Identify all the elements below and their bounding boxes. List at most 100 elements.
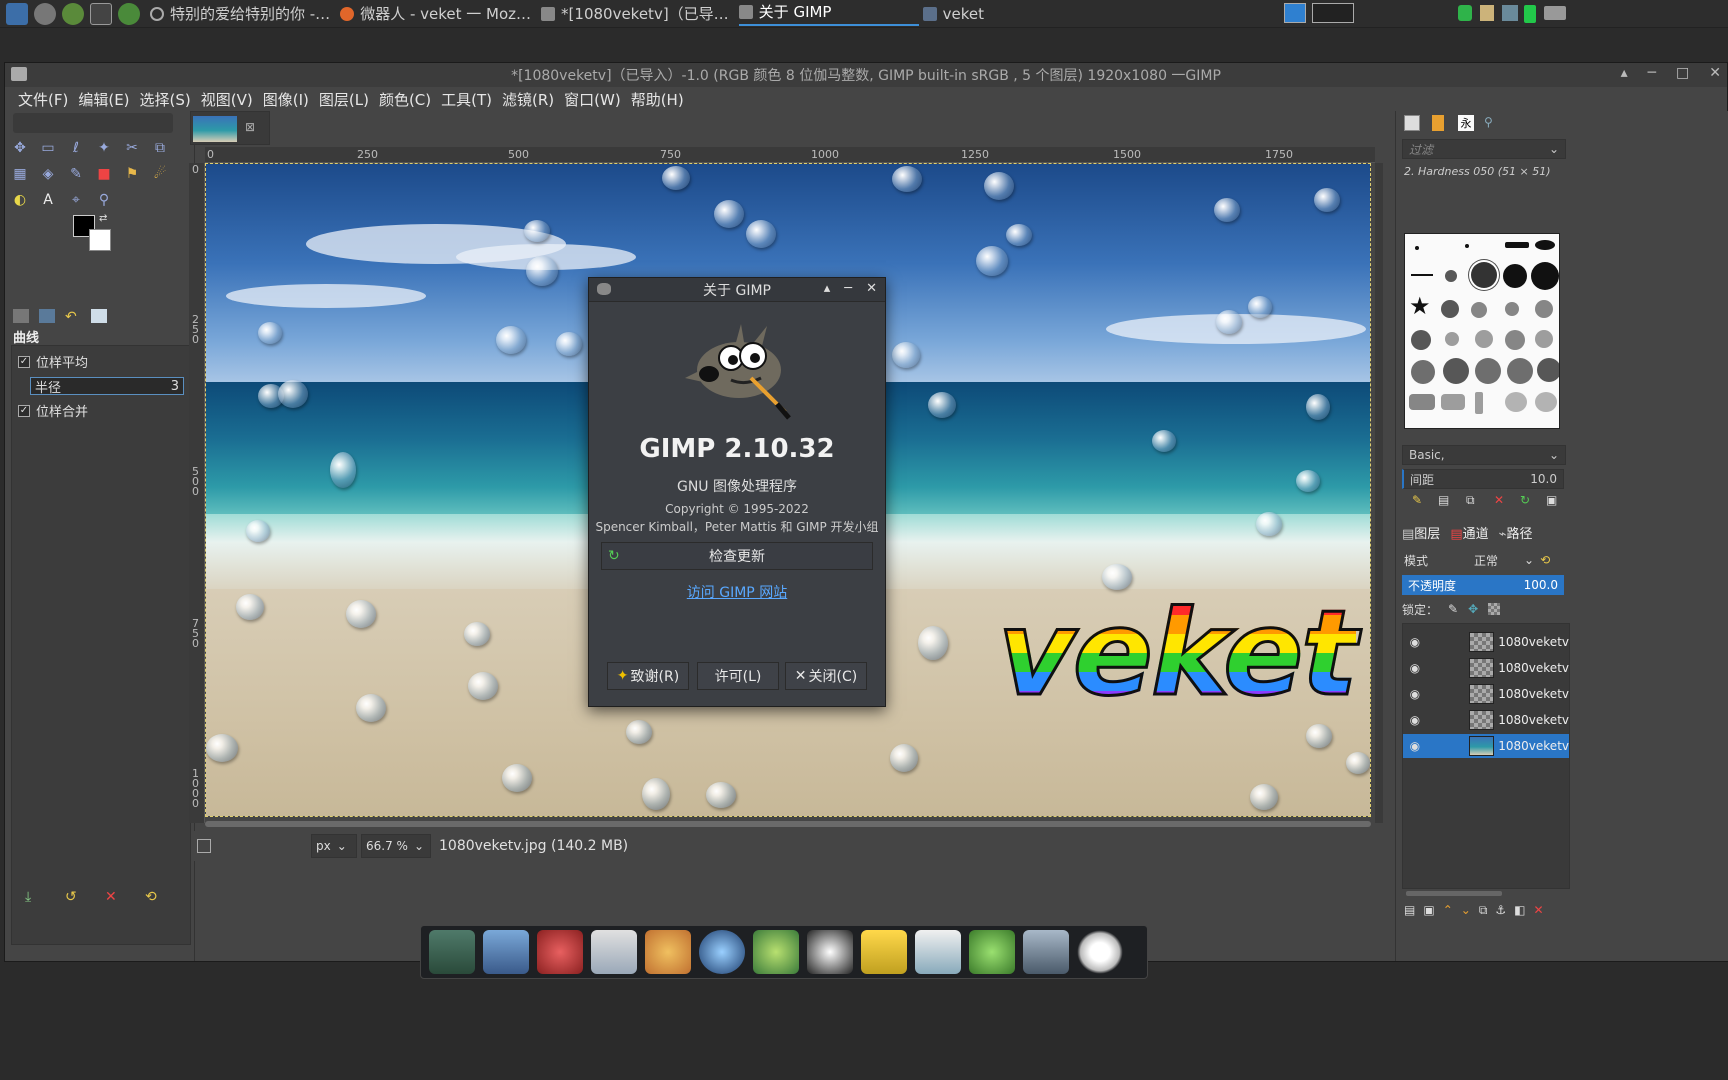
tab-brushes-icon[interactable] (1404, 115, 1420, 131)
layer-row-selected[interactable]: ◉ 1080veketv (1403, 734, 1569, 758)
rect-select-tool-icon[interactable]: ▭ (37, 137, 59, 159)
menu-file[interactable]: 文件(F) (13, 89, 73, 110)
brush-item[interactable] (1475, 358, 1501, 384)
notes-dock-icon[interactable] (591, 930, 637, 974)
visit-gimp-website-link[interactable]: 访问 GIMP 网站 (589, 582, 885, 602)
layer-mode-switch-icon[interactable]: ⟲ (1540, 553, 1550, 567)
spreadsheet-dock-icon[interactable] (915, 930, 961, 974)
horizontal-scrollbar[interactable] (205, 821, 1371, 827)
tab-images-icon[interactable] (91, 309, 107, 323)
fuzzy-select-tool-icon[interactable]: ✦ (93, 137, 115, 159)
swap-colors-icon[interactable]: ⇄ (99, 213, 107, 224)
brush-item[interactable] (1507, 358, 1533, 384)
clipboard-icon[interactable] (1480, 5, 1494, 21)
delete-options-icon[interactable]: ✕ (105, 889, 117, 905)
sample-average-checkbox[interactable]: ✓ (18, 355, 30, 368)
lock-alpha-icon[interactable] (1488, 603, 1501, 615)
duplicate-layer-icon[interactable]: ⧉ (1479, 903, 1488, 921)
brush-item[interactable] (1505, 242, 1529, 248)
shield-icon[interactable] (1458, 5, 1472, 21)
brush-item[interactable] (1409, 394, 1435, 410)
mode-select[interactable]: 正常 (1474, 552, 1524, 569)
close-dialog-button[interactable]: ✕ (866, 281, 877, 296)
brush-item[interactable] (1531, 262, 1559, 290)
eye-icon[interactable]: ◉ (1407, 687, 1423, 701)
smudge-tool-icon[interactable]: ☄ (149, 163, 171, 185)
credits-button[interactable]: ✦ 致谢(R) (607, 662, 689, 690)
minimize-button[interactable]: ─ (1648, 65, 1656, 81)
refresh-brushes-icon[interactable]: ↻ (1520, 493, 1530, 507)
radius-spinner[interactable]: 半径 3 (30, 377, 184, 396)
play-icon[interactable] (62, 2, 84, 25)
brush-item[interactable] (1411, 330, 1431, 350)
crop-tool-icon[interactable]: ✂ (121, 137, 143, 159)
new-brush-icon[interactable]: ▤ (1438, 493, 1449, 507)
layer-row[interactable]: ◉ 1080veketv (1403, 708, 1569, 732)
brush-item[interactable] (1505, 302, 1519, 316)
brush-item[interactable] (1441, 300, 1459, 318)
battery-icon[interactable] (1524, 5, 1536, 23)
gimp-mascot-icon[interactable] (34, 2, 56, 25)
keyboard-icon[interactable] (1544, 6, 1566, 20)
brush-item[interactable] (1465, 244, 1469, 248)
task-gimp-image[interactable]: *[1080veketv]（已导… (541, 3, 729, 24)
layer-row[interactable]: ◉ 1080veketv (1403, 630, 1569, 654)
clone-tool-icon[interactable]: ⚑ (121, 163, 143, 185)
files-dock-icon[interactable] (861, 930, 907, 974)
brush-item[interactable] (1535, 392, 1557, 412)
network-icon[interactable] (1502, 5, 1518, 21)
color-picker-tool-icon[interactable]: ⌖ (65, 189, 87, 211)
dragon-dock-icon[interactable] (537, 930, 583, 974)
layers-scrollbar[interactable] (1406, 891, 1502, 896)
tab-fonts-icon[interactable]: 永 (1458, 115, 1474, 131)
layer-row[interactable]: ◉ 1080veketv (1403, 682, 1569, 706)
tab-device-status-icon[interactable] (39, 309, 55, 323)
tab-patterns-icon[interactable] (1432, 115, 1444, 131)
brush-item[interactable] (1443, 358, 1469, 384)
settings-sun-dock-icon[interactable] (1077, 930, 1123, 974)
eye-icon[interactable]: ◉ (1407, 739, 1423, 753)
new-layer-group-icon[interactable]: ▣ (1423, 903, 1434, 921)
sample-merged-option[interactable]: ✓ 位样合并 (18, 401, 184, 420)
sample-merged-checkbox[interactable]: ✓ (18, 404, 30, 417)
penguin-dock-icon[interactable] (807, 930, 853, 974)
brush-item[interactable] (1505, 392, 1527, 412)
task-folder[interactable]: veket (922, 5, 984, 23)
zoom-tool-icon[interactable]: ⚲ (93, 189, 115, 211)
transform-tool-icon[interactable]: ⧉ (149, 137, 171, 159)
close-tab-icon[interactable]: ⊠ (245, 120, 255, 134)
lasso-tool-icon[interactable]: ℓ (65, 137, 87, 159)
eraser-tool-icon[interactable]: ■ (93, 163, 115, 185)
close-button[interactable]: ✕ 关闭(C) (785, 662, 867, 690)
menu-select[interactable]: 选择(S) (135, 89, 196, 110)
lock-position-icon[interactable]: ✥ (1468, 602, 1478, 616)
menu-edit[interactable]: 编辑(E) (73, 89, 134, 110)
minimize-button[interactable]: ─ (844, 281, 852, 296)
brush-item[interactable] (1503, 264, 1527, 288)
brush-item[interactable] (1475, 392, 1483, 414)
menu-windows[interactable]: 窗口(W) (559, 89, 626, 110)
vertical-scrollbar[interactable] (1375, 163, 1383, 823)
eye-icon[interactable]: ◉ (1407, 661, 1423, 675)
layer-row[interactable]: ◉ 1080veketv (1403, 656, 1569, 680)
lower-layer-icon[interactable]: ⌄ (1461, 903, 1471, 921)
menu-filters[interactable]: 滤镜(R) (497, 89, 559, 110)
brush-filter-input[interactable]: 过滤 ⌄ (1402, 139, 1566, 159)
brush-item[interactable] (1411, 360, 1435, 384)
brush-item[interactable] (1505, 330, 1525, 350)
bucket-fill-tool-icon[interactable]: ◈ (37, 163, 59, 185)
brush-item[interactable] (1411, 274, 1433, 276)
close-window-button[interactable]: ✕ (1709, 65, 1721, 81)
new-layer-icon[interactable]: ▤ (1404, 903, 1415, 921)
desktop-dock-icon[interactable] (429, 930, 475, 974)
brush-item[interactable] (1535, 330, 1553, 348)
quick-mask-icon[interactable] (197, 839, 211, 853)
media-player-dock-icon[interactable] (699, 930, 745, 974)
text-tool-icon[interactable]: A (37, 189, 59, 211)
spacing-slider[interactable]: 间距 10.0 (1402, 469, 1564, 489)
maximize-button[interactable]: □ (1676, 65, 1689, 81)
drive-dock-icon[interactable] (1023, 930, 1069, 974)
menu-colors[interactable]: 颜色(C) (374, 89, 436, 110)
star-brush-icon[interactable]: ★ (1409, 292, 1431, 320)
save-options-icon[interactable]: ⤓ (25, 889, 31, 905)
